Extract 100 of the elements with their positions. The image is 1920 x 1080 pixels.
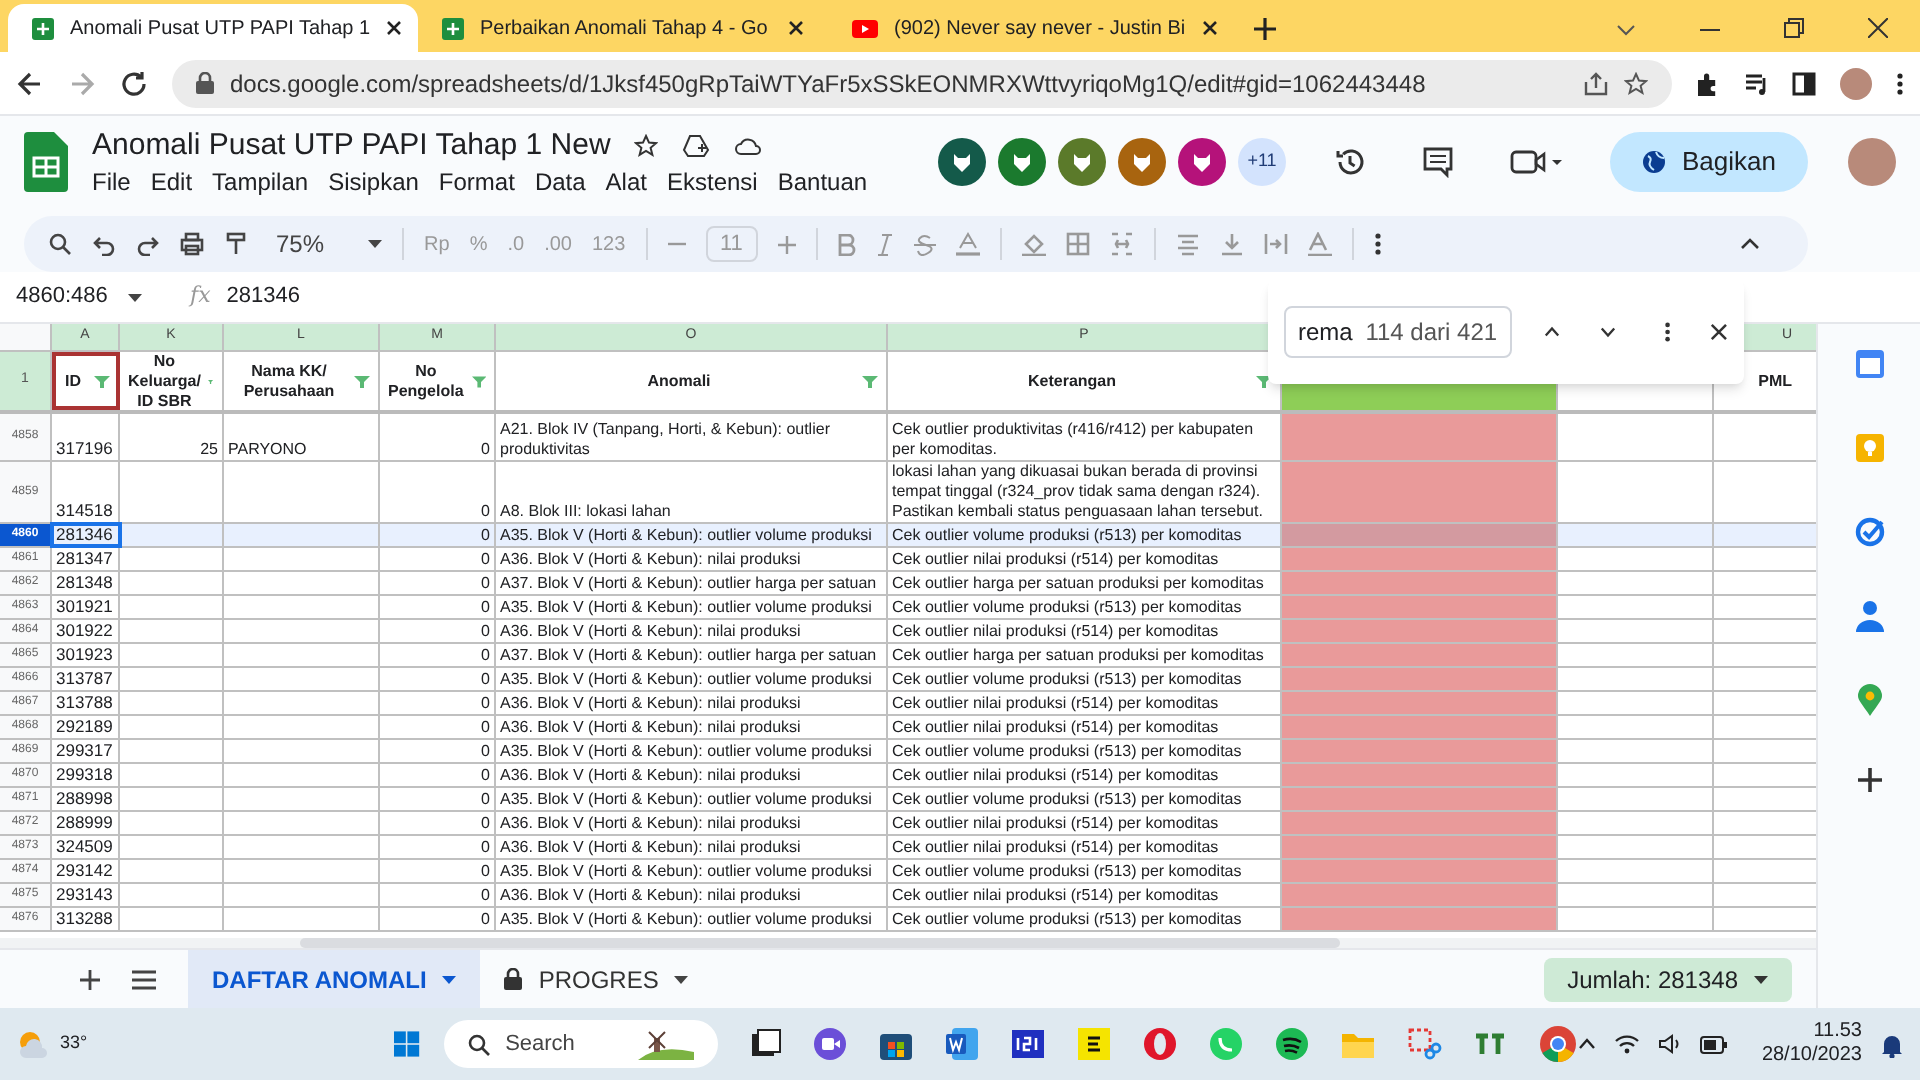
bell-icon[interactable]	[1880, 1031, 1904, 1057]
history-icon[interactable]	[1334, 146, 1367, 178]
dropdown-arrow-icon[interactable]	[368, 240, 383, 248]
search-icon[interactable]	[48, 232, 72, 256]
close-icon[interactable]	[1201, 20, 1218, 36]
collaborator-avatar[interactable]	[938, 138, 987, 186]
calendar-icon[interactable]	[1853, 348, 1885, 380]
menu-icon[interactable]	[132, 969, 156, 989]
add-icon[interactable]	[1857, 768, 1881, 792]
menu-item[interactable]: Format	[438, 166, 515, 198]
share-icon[interactable]	[1584, 71, 1608, 95]
word-icon[interactable]	[943, 1026, 980, 1062]
sidebar-icon[interactable]	[1792, 71, 1816, 95]
video-call-icon[interactable]	[1510, 148, 1563, 176]
text-color-icon[interactable]	[955, 232, 980, 256]
puzzle-icon[interactable]	[1696, 71, 1720, 95]
undo-icon[interactable]	[92, 232, 116, 256]
menu-item[interactable]: Sisipkan	[328, 166, 419, 198]
speaker-icon[interactable]	[1657, 1034, 1682, 1054]
close-icon[interactable]	[788, 20, 804, 36]
wifi-icon[interactable]	[1613, 1034, 1640, 1054]
back-icon[interactable]	[16, 69, 44, 97]
dropdown-arrow-icon[interactable]	[1754, 975, 1768, 983]
playlist-icon[interactable]	[1744, 71, 1768, 95]
account-avatar[interactable]	[1848, 138, 1896, 186]
collapse-icon[interactable]	[1740, 238, 1760, 250]
sum-button[interactable]: Jumlah: 281348	[1543, 957, 1792, 1001]
star-icon[interactable]	[1624, 71, 1648, 95]
profile-avatar[interactable]	[1840, 67, 1872, 99]
star-icon[interactable]	[634, 134, 659, 158]
browser-tab[interactable]: Perbaikan Anomali Tahap 4 - Go	[418, 4, 828, 52]
restore-icon[interactable]	[1784, 18, 1804, 38]
map-pin-icon[interactable]	[1857, 684, 1881, 716]
chevron-up-icon[interactable]	[1577, 1038, 1596, 1050]
collaborator-avatar[interactable]	[1118, 138, 1167, 186]
share-button[interactable]: Bagikan	[1610, 132, 1808, 192]
previous-icon[interactable]	[1543, 326, 1560, 338]
header-cell-text: Anomali	[645, 371, 713, 391]
taskbar-search[interactable]: Search	[443, 1020, 718, 1068]
minimize-icon[interactable]	[1700, 28, 1720, 32]
move-to-drive-icon[interactable]	[682, 134, 711, 158]
battery-icon[interactable]	[1699, 1035, 1728, 1053]
collaborator-avatar[interactable]	[1058, 138, 1107, 186]
collaborator-avatar[interactable]	[1178, 138, 1227, 186]
table-cell: 0	[481, 502, 490, 522]
close-icon[interactable]	[1868, 18, 1888, 38]
horizontal-scrollbar[interactable]	[300, 938, 1340, 948]
next-icon[interactable]	[1599, 326, 1616, 338]
menu-item[interactable]: Data	[534, 166, 586, 198]
reload-icon[interactable]	[120, 69, 148, 97]
menu-item[interactable]: Bantuan	[777, 166, 868, 198]
menu-item[interactable]: Alat	[605, 166, 647, 198]
more-icon[interactable]	[1896, 71, 1904, 95]
zoom-selector[interactable]: 75%	[276, 226, 325, 262]
table-cell: A8. Blok III: lokasi lahan	[500, 502, 671, 522]
add-sheet-icon[interactable]	[80, 969, 100, 989]
chrome-icon[interactable]	[1537, 1024, 1578, 1064]
stripes-app-icon[interactable]	[1075, 1026, 1112, 1062]
music-app-icon[interactable]	[1273, 1026, 1310, 1062]
menu-item[interactable]: Ekstensi	[666, 166, 758, 198]
sheet-tab[interactable]: PROGRES	[480, 950, 713, 1008]
tab-search-icon[interactable]	[1616, 24, 1636, 36]
print-icon[interactable]	[180, 232, 204, 256]
close-icon[interactable]	[1710, 322, 1729, 342]
grid-app-icon[interactable]	[1009, 1026, 1046, 1062]
formula-field[interactable]: 281346	[226, 280, 300, 314]
dropdown-arrow-icon[interactable]	[674, 975, 689, 983]
browser-tab[interactable]: Anomali Pusat UTP PAPI Tahap 1	[8, 4, 418, 52]
more-icon[interactable]	[1663, 320, 1671, 344]
redo-icon[interactable]	[136, 232, 160, 256]
more-collaborators-badge[interactable]: +11	[1238, 138, 1287, 186]
dropdown-arrow-icon[interactable]	[442, 975, 457, 983]
snipping-icon[interactable]	[1405, 1026, 1442, 1062]
dropdown-arrow-icon[interactable]	[128, 293, 142, 301]
task-check-icon[interactable]	[1853, 516, 1885, 548]
video-app-icon[interactable]	[811, 1026, 848, 1062]
collaborator-avatar[interactable]	[998, 138, 1047, 186]
clock-time: 11.53	[1813, 1020, 1862, 1044]
browser-tab[interactable]: (902) Never say never - Justin Bi	[828, 4, 1238, 52]
new-tab-icon[interactable]	[1254, 18, 1276, 40]
name-box[interactable]: 4860:486	[16, 280, 112, 314]
fill-color-icon[interactable]	[1021, 232, 1046, 256]
opera-icon[interactable]	[1141, 1026, 1178, 1062]
address-bar[interactable]: docs.google.com/spreadsheets/d/1Jksf450gRpTaiWTYaFr5xSSkEONMRXWttvyriqoMg1Q/edit#gid=1062443448	[172, 59, 1672, 107]
sheets-logo-icon[interactable]	[24, 132, 68, 192]
start-icon[interactable]	[393, 1028, 420, 1060]
task-view-icon[interactable]	[749, 1028, 782, 1060]
menu-item[interactable]: File	[92, 166, 131, 198]
find-field[interactable]: rema 114 dari 421	[1284, 306, 1512, 358]
comment-icon[interactable]	[1422, 146, 1455, 178]
menu-item[interactable]: Tampilan	[212, 166, 309, 198]
close-icon[interactable]	[386, 20, 403, 36]
paint-format-icon[interactable]	[224, 232, 248, 256]
cloud-icon[interactable]	[734, 136, 763, 156]
person-icon[interactable]	[1855, 600, 1883, 632]
more-icon[interactable]	[1373, 232, 1382, 256]
menu-item[interactable]: Edit	[150, 166, 193, 198]
sheet-tab[interactable]: DAFTAR ANOMALI	[188, 950, 481, 1008]
merge-cells-icon[interactable]	[1109, 232, 1134, 256]
document-title[interactable]: Anomali Pusat UTP PAPI Tahap 1 New	[92, 126, 611, 166]
